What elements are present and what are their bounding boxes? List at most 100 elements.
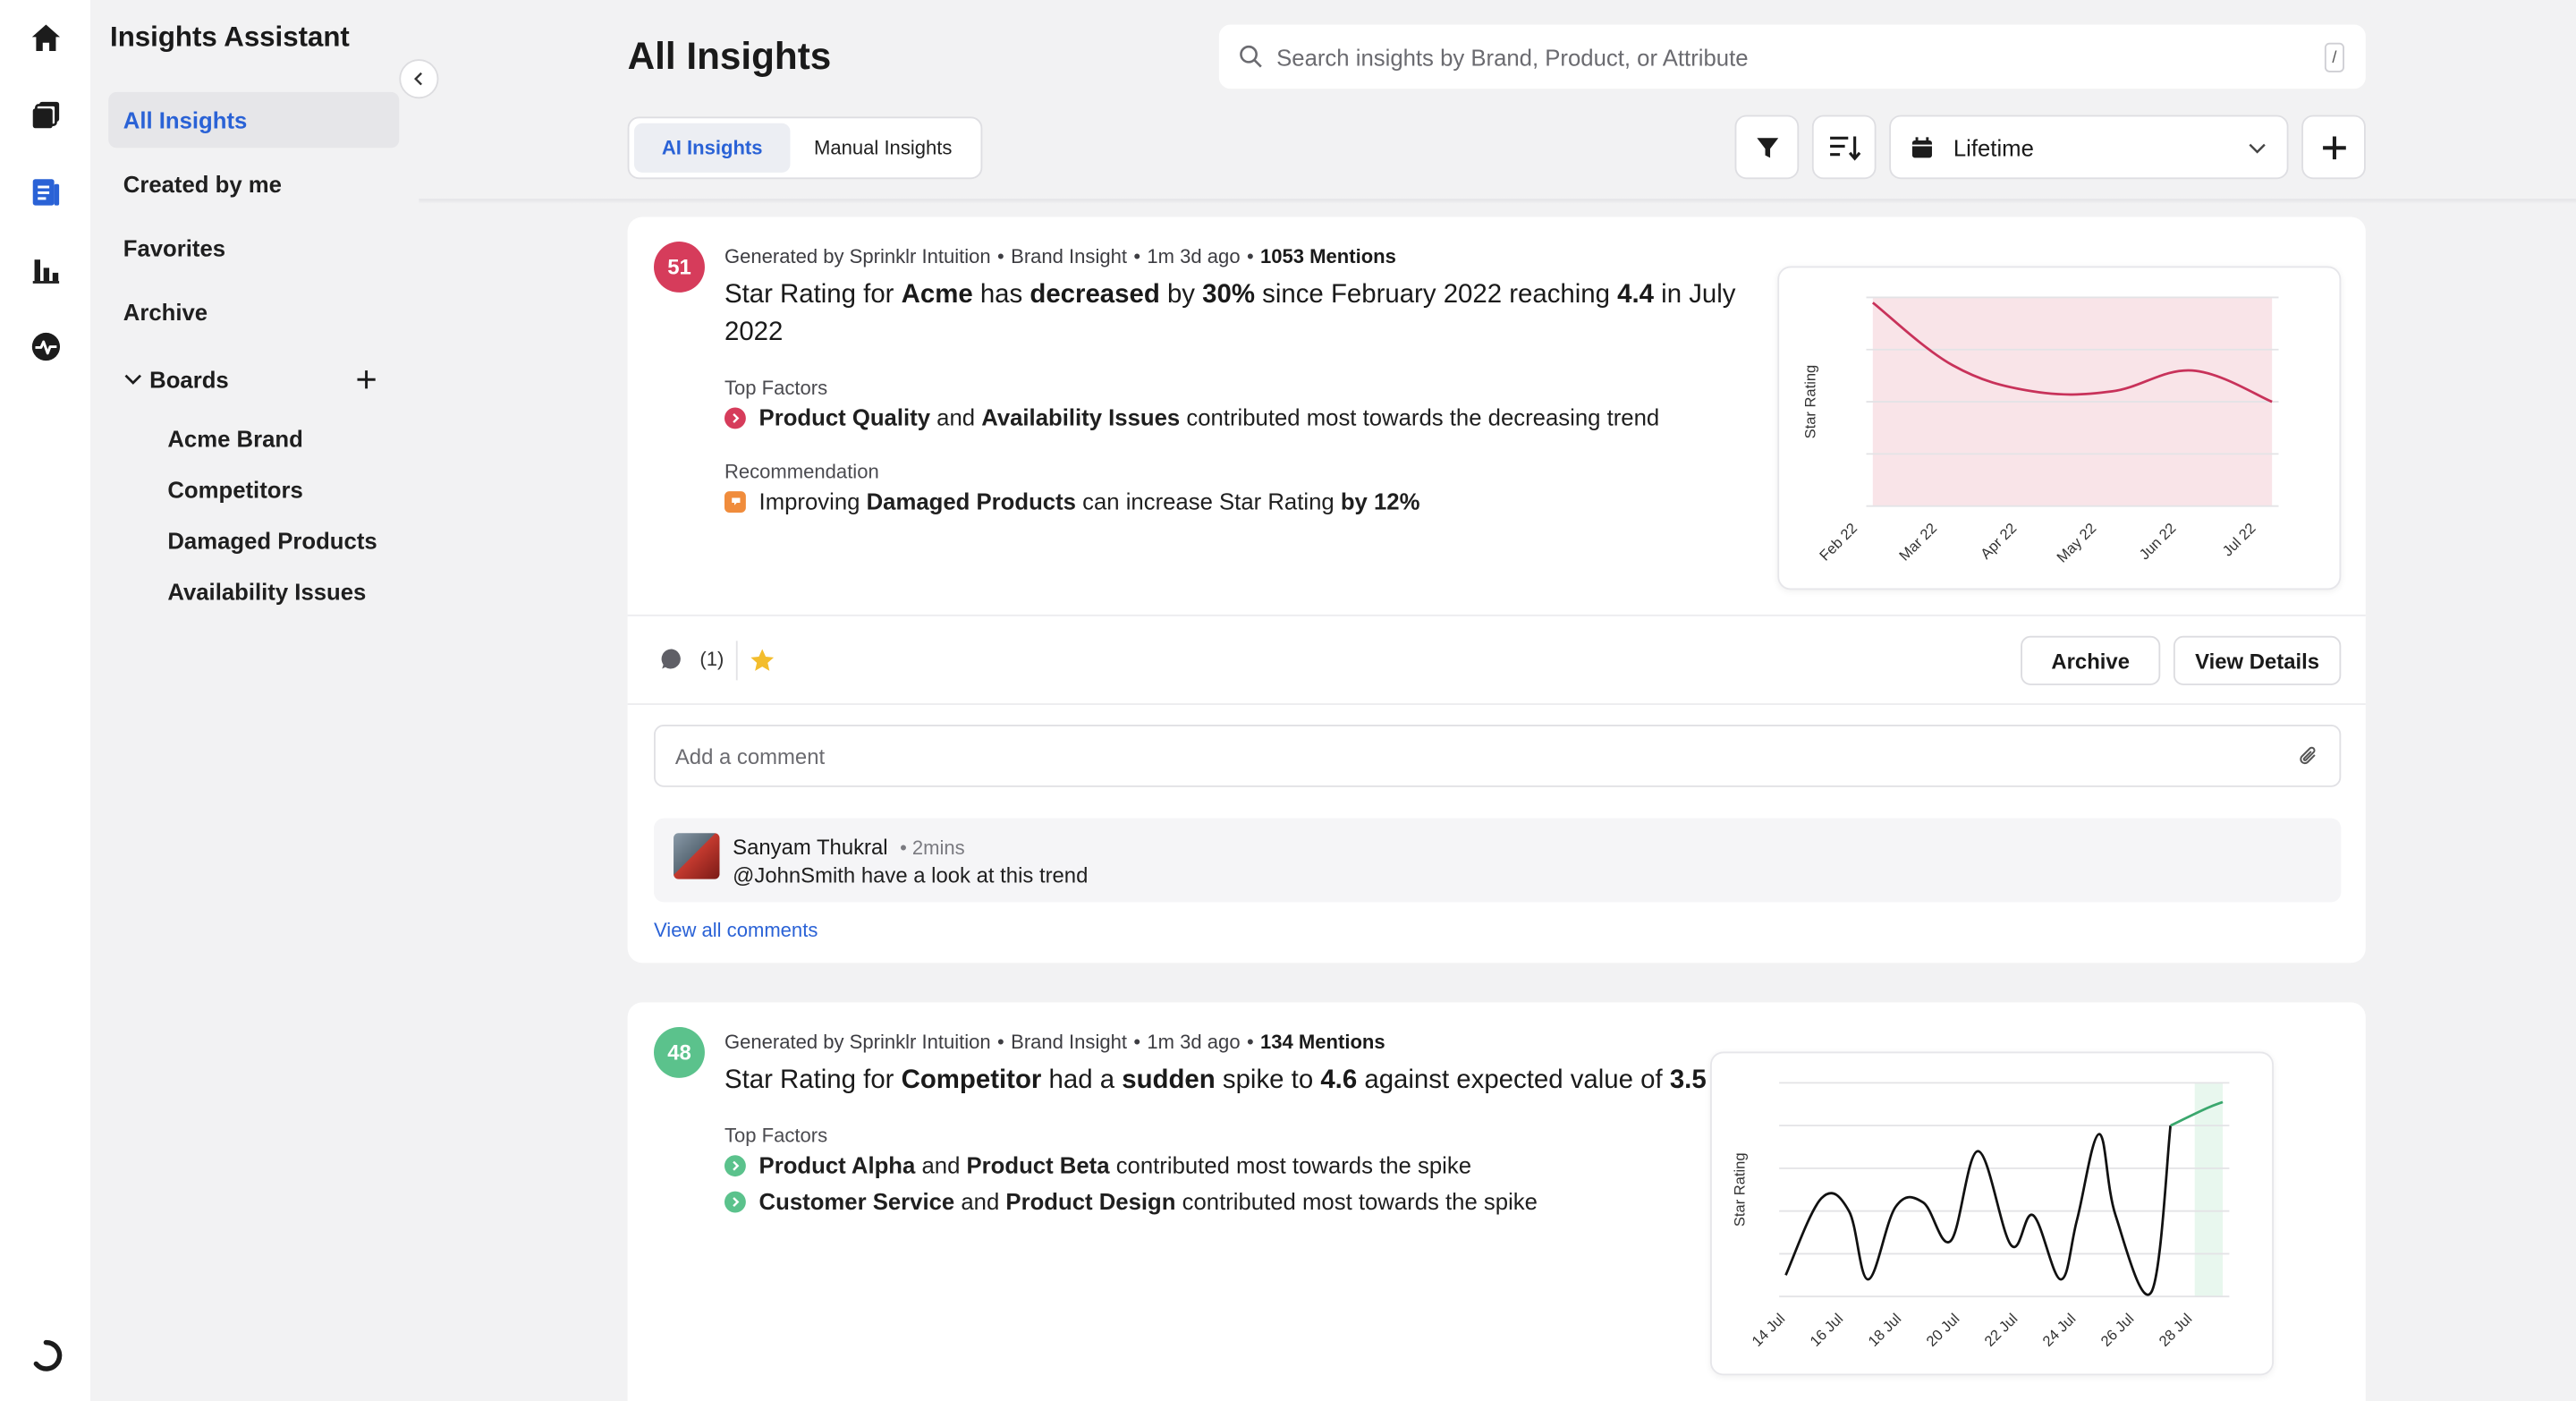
add-insight-button[interactable] xyxy=(2301,115,2366,180)
x-tick-label: Apr 22 xyxy=(1977,520,2020,563)
x-tick-label: 28 Jul xyxy=(2156,1310,2196,1350)
insight-tabs: AI Insights Manual Insights xyxy=(627,116,983,180)
y-axis-label: Star Rating xyxy=(1802,365,1819,439)
search-input[interactable] xyxy=(1276,43,2295,71)
series-line xyxy=(1784,1125,2173,1296)
search-bar: / xyxy=(1218,24,2366,89)
board-item-damaged-products[interactable]: Damaged Products xyxy=(167,528,377,554)
lightbulb-icon xyxy=(724,490,746,513)
paperclip-icon[interactable] xyxy=(2297,744,2320,768)
comments-toggle[interactable]: (1) xyxy=(660,647,724,671)
insight-time: 1m 3d ago xyxy=(1147,244,1241,268)
comment-text: @JohnSmith have a look at this trend xyxy=(733,862,1089,887)
sort-button[interactable] xyxy=(1811,115,1877,180)
sidebar-item-favorites[interactable]: Favorites xyxy=(108,220,399,276)
x-tick-label: Jul 22 xyxy=(2219,520,2259,560)
x-tick-label: May 22 xyxy=(2054,520,2100,566)
recommendation: Improving Damaged Products can increase … xyxy=(724,488,1419,514)
comment-bubble-icon xyxy=(661,649,681,669)
board-item-competitors[interactable]: Competitors xyxy=(167,477,302,503)
x-tick-label: 24 Jul xyxy=(2039,1310,2080,1350)
star-rating-line-chart: Star Rating 14 Jul 16 Jul 18 Jul 20 Jul 22 Ju… xyxy=(1732,1082,2230,1350)
board-item-availability-issues[interactable]: Availability Issues xyxy=(167,579,366,605)
layers-icon[interactable] xyxy=(23,92,69,138)
add-board-button[interactable] xyxy=(352,363,381,396)
date-range-select[interactable]: Lifetime xyxy=(1889,115,2289,180)
insight-card: 48 Generated by Sprinklr Intuition • Brand… xyxy=(627,1002,2366,1401)
favorite-button[interactable] xyxy=(750,648,775,683)
insight-mentions: 134 Mentions xyxy=(1260,1030,1385,1054)
plus-icon xyxy=(357,370,376,389)
x-tick-label: Jun 22 xyxy=(2136,520,2180,564)
insight-score-badge: 48 xyxy=(654,1026,705,1078)
tab-manual-insights[interactable]: Manual Insights xyxy=(790,123,976,173)
view-all-comments-link[interactable]: View all comments xyxy=(654,919,818,942)
comment: Sanyam Thukral • 2mins @JohnSmith have a… xyxy=(654,818,2342,903)
star-icon xyxy=(750,649,775,671)
highlight-band xyxy=(2194,1083,2224,1297)
comment-time: 2mins xyxy=(911,836,965,860)
x-tick-label: 16 Jul xyxy=(1807,1310,1847,1350)
insight-headline: Star Rating for Acme has decreased by 30… xyxy=(724,281,1736,347)
date-range-value: Lifetime xyxy=(1953,133,2034,161)
sidebar-item-label: Archive xyxy=(123,299,208,326)
sidebar-item-label: Created by me xyxy=(123,171,282,198)
boards-toggle[interactable]: Boards xyxy=(123,363,386,396)
home-icon[interactable] xyxy=(23,15,69,61)
top-factor: Product Quality and Availability Issues … xyxy=(724,404,1659,430)
top-factors-label: Top Factors xyxy=(724,376,828,400)
x-tick-label: 20 Jul xyxy=(1923,1310,1963,1350)
insight-card: 51 Generated by Sprinklr Intuition • Brand… xyxy=(627,217,2366,964)
plus-icon xyxy=(2322,135,2345,159)
icon-rail xyxy=(0,0,91,1401)
chevron-down-icon xyxy=(124,374,142,385)
x-tick-label: 26 Jul xyxy=(2097,1310,2138,1350)
archive-button[interactable]: Archive xyxy=(2021,635,2161,685)
sidebar-item-created-by-me[interactable]: Created by me xyxy=(108,156,399,211)
sidebar-item-archive[interactable]: Archive xyxy=(108,284,399,340)
x-tick-label: Mar 22 xyxy=(1895,520,1940,565)
sidebar-item-label: All Insights xyxy=(123,106,248,133)
insight-meta: Generated by Sprinklr Intuition • Brand In… xyxy=(724,244,1396,268)
insight-mentions: 1053 Mentions xyxy=(1260,244,1396,268)
insight-source: Generated by Sprinklr Intuition xyxy=(724,244,991,268)
insight-source: Generated by Sprinklr Intuition xyxy=(724,1030,991,1054)
divider xyxy=(627,614,2366,616)
search-shortcut-hint: / xyxy=(2324,42,2344,72)
board-item-acme-brand[interactable]: Acme Brand xyxy=(167,426,302,452)
avatar xyxy=(674,833,720,879)
filter-button[interactable] xyxy=(1734,115,1800,180)
x-tick-label: Feb 22 xyxy=(1816,520,1860,565)
sort-icon xyxy=(1829,135,1860,160)
divider xyxy=(735,641,738,681)
pulse-icon[interactable] xyxy=(23,324,69,369)
top-factor: Customer Service and Product Design cont… xyxy=(724,1188,1538,1214)
page-title: All Insights xyxy=(627,34,832,78)
sidebar-item-all-insights[interactable]: All Insights xyxy=(108,91,400,149)
x-tick-label: 18 Jul xyxy=(1865,1310,1905,1350)
chevron-down-icon xyxy=(2249,143,2266,154)
view-details-button[interactable]: View Details xyxy=(2173,635,2342,685)
chevron-left-icon xyxy=(413,72,422,86)
sidebar-item-label: Favorites xyxy=(123,234,226,262)
chevron-right-icon xyxy=(724,1154,746,1176)
filter-icon xyxy=(1756,137,1778,157)
comment-box xyxy=(654,724,2342,787)
collapse-sidebar-button[interactable] xyxy=(399,59,439,99)
x-tick-label: 22 Jul xyxy=(1981,1310,2021,1350)
comment-input[interactable] xyxy=(674,743,2253,768)
comment-count: (1) xyxy=(699,647,724,671)
x-tick-label: 14 Jul xyxy=(1749,1310,1789,1350)
tab-ai-insights[interactable]: AI Insights xyxy=(633,123,791,173)
insights-book-icon[interactable] xyxy=(23,169,69,215)
top-factors-label: Top Factors xyxy=(724,1124,828,1148)
trend-chart: Star Rating Feb 22 Mar 22 Apr 22 May 22 Jun 2… xyxy=(1777,266,2342,590)
search-icon xyxy=(1240,45,1262,68)
bar-chart-icon[interactable] xyxy=(23,247,69,293)
divider xyxy=(627,703,2366,705)
calendar-icon xyxy=(1911,136,1932,157)
recommendation-label: Recommendation xyxy=(724,460,879,483)
insight-headline: Star Rating for Competitor had a sudden … xyxy=(724,1066,1707,1095)
insight-meta: Generated by Sprinklr Intuition • Brand In… xyxy=(724,1030,1385,1054)
insight-type: Brand Insight xyxy=(1011,244,1128,268)
